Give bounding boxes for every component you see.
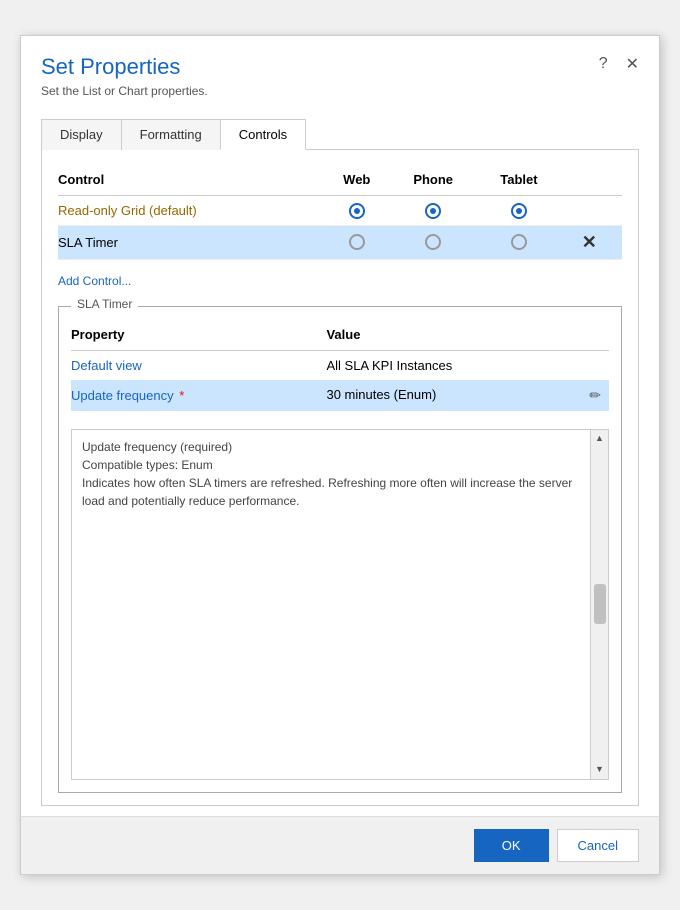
- sla-timer-section: SLA Timer Property Value Default view: [58, 306, 622, 793]
- col-phone: Phone: [393, 166, 481, 196]
- tab-controls[interactable]: Controls: [220, 119, 306, 150]
- prop-name-link[interactable]: Update frequency: [71, 388, 174, 403]
- dialog-body: Display Formatting Controls Control Web …: [21, 108, 659, 816]
- dialog-subtitle: Set the List or Chart properties.: [41, 84, 639, 98]
- required-marker: *: [179, 388, 184, 403]
- description-box: Update frequency (required)Compatible ty…: [71, 429, 609, 780]
- tab-formatting[interactable]: Formatting: [121, 119, 221, 150]
- prop-header: Property: [71, 323, 326, 351]
- col-web: Web: [328, 166, 393, 196]
- phone-radio-filled[interactable]: [425, 203, 441, 219]
- help-button[interactable]: ?: [595, 53, 612, 75]
- dialog-footer: OK Cancel: [21, 816, 659, 874]
- web-radio-cell[interactable]: [328, 225, 393, 259]
- prop-value-cell: 30 minutes (Enum) ✏: [326, 380, 609, 411]
- set-properties-dialog: Set Properties Set the List or Chart pro…: [20, 35, 660, 875]
- close-button[interactable]: ✕: [622, 52, 643, 76]
- scroll-thumb[interactable]: [594, 584, 606, 624]
- control-name-link[interactable]: Read-only Grid (default): [58, 203, 197, 218]
- scroll-up-arrow[interactable]: ▲: [593, 432, 607, 446]
- phone-radio-cell[interactable]: [393, 225, 481, 259]
- dialog-header: Set Properties Set the List or Chart pro…: [21, 36, 659, 108]
- scroll-down-arrow[interactable]: ▼: [593, 763, 607, 777]
- control-name-cell: SLA Timer: [58, 225, 328, 259]
- tablet-radio-cell[interactable]: [481, 196, 565, 226]
- tablet-radio-cell[interactable]: [481, 225, 565, 259]
- tabs-row: Display Formatting Controls: [41, 118, 639, 150]
- table-row: SLA Timer ✕: [58, 225, 622, 259]
- col-remove: [565, 166, 622, 196]
- prop-value-cell: All SLA KPI Instances: [326, 350, 609, 380]
- control-name-cell: Read-only Grid (default): [58, 196, 328, 226]
- cancel-button[interactable]: Cancel: [557, 829, 639, 862]
- tablet-radio-filled[interactable]: [511, 203, 527, 219]
- tablet-radio-empty[interactable]: [511, 234, 527, 250]
- phone-radio-empty[interactable]: [425, 234, 441, 250]
- web-radio-filled[interactable]: [349, 203, 365, 219]
- web-radio-cell[interactable]: [328, 196, 393, 226]
- web-radio-empty[interactable]: [349, 234, 365, 250]
- prop-row: Default view All SLA KPI Instances: [71, 350, 609, 380]
- table-row: Read-only Grid (default): [58, 196, 622, 226]
- prop-row[interactable]: Update frequency * 30 minutes (Enum) ✏: [71, 380, 609, 411]
- prop-value: 30 minutes (Enum): [326, 387, 436, 402]
- add-control-link[interactable]: Add Control...: [58, 274, 622, 288]
- description-text: Update frequency (required)Compatible ty…: [82, 440, 572, 508]
- control-name-plain: SLA Timer: [58, 235, 118, 250]
- col-tablet: Tablet: [481, 166, 565, 196]
- content-area: Control Web Phone Tablet Read-only Grid …: [41, 150, 639, 806]
- prop-name-link[interactable]: Default view: [71, 358, 142, 373]
- val-header: Value: [326, 323, 609, 351]
- property-table: Property Value Default view All SLA KPI …: [71, 323, 609, 411]
- dialog-title: Set Properties: [41, 54, 639, 80]
- remove-cell[interactable]: ✕: [565, 225, 622, 259]
- remove-cell: [565, 196, 622, 226]
- prop-name-cell: Default view: [71, 350, 326, 380]
- tab-display[interactable]: Display: [41, 119, 122, 150]
- ok-button[interactable]: OK: [474, 829, 549, 862]
- phone-radio-cell[interactable]: [393, 196, 481, 226]
- dialog-window-controls: ? ✕: [595, 52, 643, 76]
- scrollbar[interactable]: ▲ ▼: [590, 430, 608, 779]
- remove-button[interactable]: ✕: [578, 232, 601, 253]
- sla-legend: SLA Timer: [71, 297, 138, 311]
- controls-table: Control Web Phone Tablet Read-only Grid …: [58, 166, 622, 260]
- prop-name-cell: Update frequency *: [71, 380, 326, 411]
- edit-icon[interactable]: ✏: [589, 387, 601, 404]
- col-control: Control: [58, 166, 328, 196]
